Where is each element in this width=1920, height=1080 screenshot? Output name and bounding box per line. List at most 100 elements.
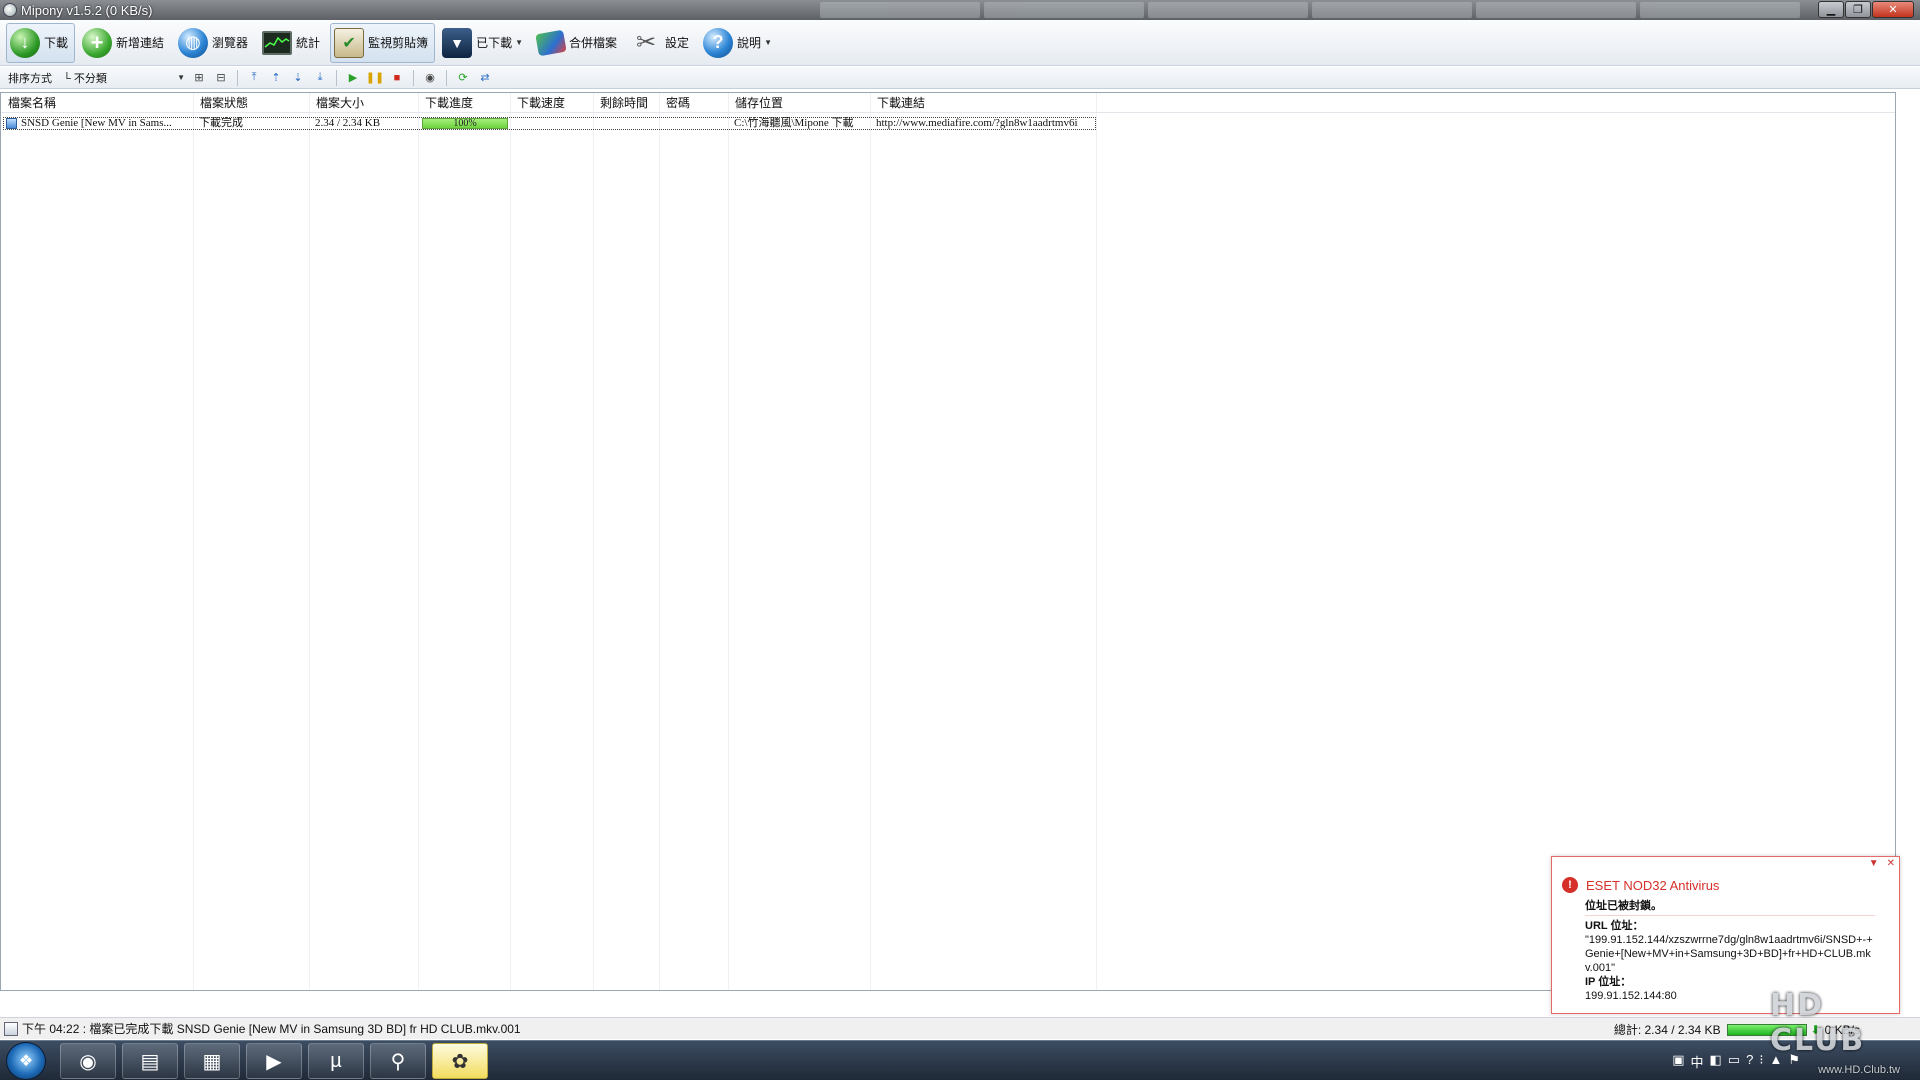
tray-icon[interactable]: ⁝ <box>1759 1052 1763 1071</box>
merge-files-label: 合併檔案 <box>569 36 618 50</box>
pause-icon[interactable]: ❚❚ <box>366 70 384 86</box>
column-header[interactable]: 檔案名稱 <box>1 93 193 113</box>
popup-header: ! ESET NOD32 Antivirus <box>1562 877 1719 893</box>
add-link-button[interactable]: + 新增連結 <box>78 23 171 63</box>
close-button[interactable]: ✕ <box>1872 1 1914 18</box>
media-icon[interactable]: ▶ <box>246 1043 302 1079</box>
sort-tree-icon: └ <box>63 72 74 85</box>
stats-icon <box>262 30 293 55</box>
status-icon <box>4 1021 18 1036</box>
start-icon[interactable]: ❖ <box>6 1042 46 1080</box>
stop-icon[interactable]: ■ <box>389 70 405 86</box>
utorrent-icon[interactable]: µ <box>308 1043 364 1079</box>
cell-name: SNSD Genie [New MV in Sams... <box>21 117 172 129</box>
play-icon[interactable]: ▶ <box>345 70 361 86</box>
total-size: 總計: 2.34 / 2.34 KB <box>1613 1023 1721 1037</box>
sort-value: 不分類 <box>73 72 107 85</box>
progress-bar: 100% <box>422 118 508 129</box>
table-row[interactable]: SNSD Genie [New MV in Sams... 下載完成 2.34 … <box>3 117 1096 130</box>
monitor-clipboard-button[interactable]: ✔ 監視剪貼簿 <box>330 22 436 63</box>
help-icon[interactable]: ? <box>1746 1052 1753 1071</box>
downloaded-icon: ▼ <box>442 27 473 58</box>
mipony-icon[interactable]: ✿ <box>432 1043 488 1079</box>
sync-icon[interactable]: ⇄ <box>477 70 493 86</box>
column-header[interactable]: 檔案大小 <box>309 93 418 113</box>
refresh-icon[interactable]: ⟳ <box>455 70 471 86</box>
tray-icon[interactable]: ◧ <box>1710 1052 1722 1071</box>
merge-files-button[interactable]: 合併檔案 <box>533 23 624 63</box>
record-icon[interactable]: ◉ <box>422 70 438 86</box>
divider <box>237 69 238 86</box>
cell-location: C:\竹海聽風\Mipone 下載 <box>734 117 854 129</box>
column-header[interactable]: 儲存位置 <box>728 93 870 113</box>
watermark: HD CLUB www.HD.Club.tw <box>1770 988 1920 1080</box>
popup-title: ESET NOD32 Antivirus <box>1586 877 1720 893</box>
chevron-down-icon: ▼ <box>177 73 185 82</box>
merge-icon <box>535 29 567 56</box>
downloaded-button[interactable]: ▼ 已下載 ▼ <box>438 23 530 63</box>
main-toolbar: ↓ 下載 + 新增連結 ◍ 瀏覽器 統計 ✔ 監視剪貼簿 ▼ 已下載 ▼ 合併檔… <box>0 20 1920 66</box>
column-header[interactable]: 下載速度 <box>510 93 593 113</box>
folder-icon[interactable]: ▦ <box>184 1043 240 1079</box>
cell-link: http://www.mediafire.com/?gln8w1aadrtmv6… <box>876 117 1078 129</box>
secondary-toolbar: 排序方式 └ 不分類 ▼ ⊞ ⊟ ⤒ ⇡ ⇣ ⤓ ▶ ❚❚ ■ ◉ ⟳ ⇄ <box>0 67 1920 89</box>
chevron-down-icon: ▼ <box>515 38 524 47</box>
window-controls: ▁ ❐ ✕ <box>1818 1 1914 18</box>
title-bar: Mipony v1.5.2 (0 KB/s) ▁ ❐ ✕ <box>0 0 1920 20</box>
cell-size: 2.34 / 2.34 KB <box>315 117 381 129</box>
divider <box>336 69 337 86</box>
url-label: URL 位址： <box>1585 920 1644 932</box>
column-header[interactable]: 下載進度 <box>418 93 510 113</box>
move-bottom-icon[interactable]: ⤓ <box>312 70 328 86</box>
settings-button[interactable]: ✂ 設定 <box>627 23 696 63</box>
help-icon: ? <box>703 27 734 58</box>
divider <box>413 69 414 86</box>
sort-label: 排序方式 <box>8 72 52 85</box>
column-header[interactable]: 下載連結 <box>870 93 1096 113</box>
cell-password <box>660 117 729 130</box>
column-header[interactable]: 檔案狀態 <box>193 93 309 113</box>
chevron-down-icon[interactable]: ▼ <box>1869 858 1879 869</box>
downloaded-label: 已下載 <box>476 36 513 50</box>
help-label: 說明 <box>737 36 762 50</box>
download-label: 下載 <box>44 36 69 50</box>
move-top-icon[interactable]: ⤒ <box>246 70 262 86</box>
move-up-icon[interactable]: ⇡ <box>268 70 284 86</box>
tray-icon[interactable]: ▭ <box>1728 1052 1740 1071</box>
minimize-button[interactable]: ▁ <box>1818 1 1844 18</box>
stats-button[interactable]: 統計 <box>258 23 327 63</box>
status-bar: 下午 04:22 : 檔案已完成下載 SNSD Genie [New MV in… <box>0 1017 1920 1039</box>
close-icon[interactable]: ✕ <box>1887 858 1895 869</box>
help-button[interactable]: ? 說明 ▼ <box>699 23 779 63</box>
chevron-down-icon: ▼ <box>764 38 772 47</box>
add-link-label: 新增連結 <box>116 36 165 50</box>
table-header: 檔案名稱 檔案狀態 檔案大小 下載進度 下載速度 剩餘時間 密碼 儲存位置 下載… <box>1 93 1895 113</box>
maximize-button[interactable]: ❐ <box>1845 1 1871 18</box>
watermark-logo: HD CLUB <box>1770 988 1866 1058</box>
status-message: 下午 04:22 : 檔案已完成下載 SNSD Genie [New MV in… <box>22 1022 521 1036</box>
download-button[interactable]: ↓ 下載 <box>6 22 76 63</box>
expand-all-icon[interactable]: ⊞ <box>191 70 207 86</box>
browser-button[interactable]: ◍ 瀏覽器 <box>174 23 255 63</box>
add-icon: + <box>82 27 113 58</box>
cell-remaining <box>594 117 660 130</box>
chrome-icon[interactable]: ◉ <box>60 1043 116 1079</box>
monitor-clipboard-label: 監視剪貼簿 <box>368 36 429 50</box>
column-header[interactable]: 剩餘時間 <box>593 93 659 113</box>
url-value: "199.91.152.144/xzszwrrne7dg/gln8w1aadrt… <box>1585 934 1873 974</box>
window-title: Mipony v1.5.2 (0 KB/s) <box>21 2 153 18</box>
ime-indicator[interactable]: 中 <box>1690 1052 1703 1071</box>
tray-icon[interactable]: ▣ <box>1672 1052 1684 1071</box>
move-down-icon[interactable]: ⇣ <box>290 70 306 86</box>
search-app-icon[interactable]: ⚲ <box>370 1043 426 1079</box>
background-windows <box>820 2 1800 18</box>
column-header[interactable]: 密碼 <box>659 93 728 113</box>
sort-select[interactable]: └ 不分類 ▼ <box>60 70 188 86</box>
explorer-icon[interactable]: ▤ <box>122 1043 178 1079</box>
popup-controls: ▼ ✕ <box>1861 858 1895 869</box>
collapse-all-icon[interactable]: ⊟ <box>213 70 229 86</box>
settings-icon: ✂ <box>635 29 657 56</box>
settings-label: 設定 <box>665 36 690 50</box>
taskbar: ❖ ◉ ▤ ▦ ▶ µ ⚲ ✿ ▣ 中 ◧ ▭ ? ⁝ ▲ ⚑ <box>0 1040 1920 1080</box>
globe-icon: ◍ <box>178 27 209 58</box>
